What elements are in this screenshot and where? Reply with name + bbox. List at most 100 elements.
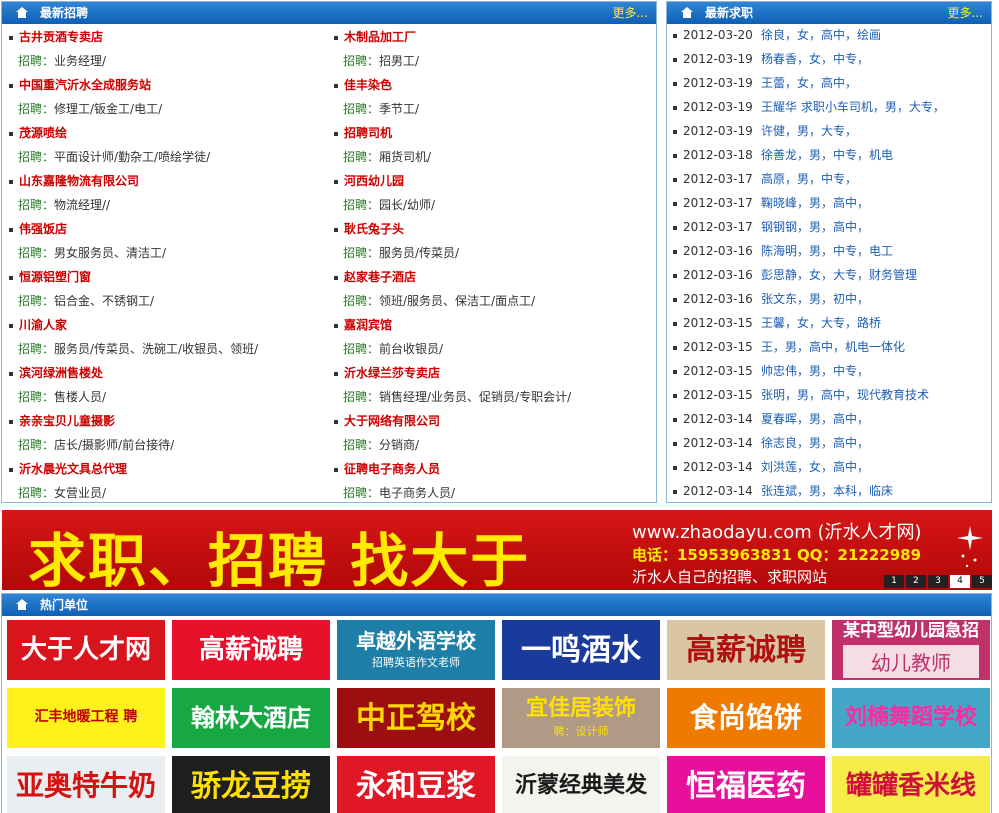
- job-company-link[interactable]: 耿氏兔子头: [334, 220, 404, 237]
- hot-unit-name: 一鸣酒水: [521, 632, 641, 668]
- bullet-icon: [9, 83, 13, 88]
- hot-unit-content: 骄龙豆捞: [191, 770, 311, 803]
- job-company-link[interactable]: 恒源铝塑门窗: [9, 268, 91, 285]
- seeker-info-link[interactable]: 钢钢钢，男，高中，: [761, 220, 869, 234]
- job-company-link[interactable]: 山东嘉隆物流有限公司: [9, 172, 139, 189]
- bullet-icon: [9, 227, 13, 232]
- hot-unit-tile[interactable]: 汇丰地暖工程 聘: [7, 688, 165, 748]
- seeker-info-link[interactable]: 徐善龙，男，中专，机电: [761, 148, 893, 162]
- bullet-icon: [673, 369, 677, 374]
- seeker-info-link[interactable]: 王蕾，女，高中，: [761, 76, 857, 90]
- job-positions-label: 招聘：: [18, 342, 55, 356]
- seeker-info-link[interactable]: 陈海明，男，中专，电工: [761, 244, 893, 258]
- job-company-name: 佳丰染色: [344, 78, 393, 92]
- hot-unit-tile[interactable]: 刘楠舞蹈学校: [832, 688, 990, 748]
- job-positions-label: 招聘：: [18, 294, 55, 308]
- hot-unit-tile[interactable]: 翰林大酒店: [172, 688, 330, 748]
- seeker-row: 2012-03-20 徐良，女，高中，绘画: [667, 24, 993, 48]
- job-company-link[interactable]: 滨河绿洲售楼处: [9, 364, 103, 381]
- seeker-info-link[interactable]: 鞠晓峰，男，高中，: [761, 196, 869, 210]
- job-item: 耿氏兔子头 招聘：服务员/传菜员/: [327, 216, 647, 264]
- seeker-info-link[interactable]: 徐志良，男，高中，: [761, 436, 869, 450]
- latest-jobs-more-link[interactable]: 更多...: [613, 2, 648, 24]
- job-company-link[interactable]: 古井贡酒专卖店: [9, 28, 103, 45]
- job-company-link[interactable]: 伟强饭店: [9, 220, 67, 237]
- latest-seekers-header: 最新求职 更多...: [667, 2, 991, 24]
- job-company-link[interactable]: 佳丰染色: [334, 76, 392, 93]
- job-positions-text: 物流经理//: [54, 198, 111, 212]
- job-company-link[interactable]: 川渝人家: [9, 316, 67, 333]
- job-company-name: 赵家巷子酒店: [344, 270, 417, 284]
- seeker-info-link[interactable]: 王，男，高中，机电一体化: [761, 340, 905, 354]
- seeker-info-link[interactable]: 张连斌，男，本科，临床: [761, 484, 893, 498]
- job-company-link[interactable]: 木制品加工厂: [334, 28, 416, 45]
- hot-unit-tile[interactable]: 食尚馅饼: [667, 688, 825, 748]
- banner-page-button[interactable]: 2: [906, 575, 926, 588]
- seeker-info-link[interactable]: 杨春香，女，中专，: [761, 52, 869, 66]
- job-company-link[interactable]: 沂水晨光文具总代理: [9, 460, 127, 477]
- job-item: 伟强饭店 招聘：男女服务员、清洁工/: [2, 216, 322, 264]
- hot-unit-content: 刘楠舞蹈学校: [845, 705, 977, 730]
- hot-unit-tile[interactable]: 大于人才网: [7, 620, 165, 680]
- hot-unit-name: 大于人才网: [20, 634, 151, 665]
- seeker-info-link[interactable]: 刘洪莲，女，高中，: [761, 460, 869, 474]
- bullet-icon: [673, 489, 677, 494]
- banner-page-button[interactable]: 1: [884, 575, 904, 588]
- hot-unit-tile[interactable]: 卓越外语学校 招聘英语作文老师: [337, 620, 495, 680]
- hot-unit-tile[interactable]: 永和豆浆: [337, 756, 495, 813]
- seeker-info-link[interactable]: 彭思静，女，大专，财务管理: [761, 268, 917, 282]
- job-company-link[interactable]: 招聘司机: [334, 124, 392, 141]
- job-company-name: 亲亲宝贝儿童摄影: [19, 414, 116, 428]
- hot-unit-tile[interactable]: 中正驾校: [337, 688, 495, 748]
- hot-unit-tile[interactable]: 沂蒙经典美发: [502, 756, 660, 813]
- banner-page-button[interactable]: 3: [928, 575, 948, 588]
- job-item: 河西幼儿园 招聘：园长/幼师/: [327, 168, 647, 216]
- job-company-link[interactable]: 征聘电子商务人员: [334, 460, 440, 477]
- seeker-info-link[interactable]: 帅忠伟，男，中专，: [761, 364, 869, 378]
- job-positions: 招聘：店长/摄影师/前台接待/: [18, 436, 174, 453]
- banner-page-button[interactable]: 4: [950, 575, 970, 588]
- promo-banner[interactable]: 求职、招聘 找大于 www.zhaodayu.com (沂水人才网) 电话：15…: [2, 510, 992, 590]
- job-item: 亲亲宝贝儿童摄影招聘：店长/摄影师/前台接待/: [2, 408, 322, 456]
- job-company-link[interactable]: 嘉润宾馆: [334, 316, 392, 333]
- bullet-icon: [334, 35, 338, 40]
- job-company-link[interactable]: 大于网络有限公司: [334, 412, 440, 429]
- hot-unit-tile[interactable]: 亚奥特牛奶: [7, 756, 165, 813]
- job-positions-label: 招聘：: [18, 150, 55, 164]
- seeker-info-link[interactable]: 许健，男，大专，: [761, 124, 857, 138]
- job-company-link[interactable]: 赵家巷子酒店: [334, 268, 416, 285]
- hot-unit-tile[interactable]: 某中型幼儿园急招 幼儿教师: [832, 620, 990, 680]
- job-company-link[interactable]: 沂水绿兰莎专卖店: [334, 364, 440, 381]
- seeker-info-link[interactable]: 张明，男，高中，现代教育技术: [761, 388, 929, 402]
- bullet-icon: [334, 179, 338, 184]
- seeker-info-link[interactable]: 夏春晖，男，高中，: [761, 412, 869, 426]
- seeker-row: 2012-03-15 张明，男，高中，现代教育技术: [667, 384, 993, 408]
- bullet-icon: [334, 131, 338, 136]
- job-company-link[interactable]: 河西幼儿园: [334, 172, 404, 189]
- latest-seekers-more-link[interactable]: 更多...: [948, 2, 983, 24]
- seeker-info-link[interactable]: 王馨，女，大专，路桥: [761, 316, 881, 330]
- job-column-right: 木制品加工厂 招聘：招男工/佳丰染色 招聘：季节工/招聘司机 招聘：厢货司机/河西幼儿…: [327, 24, 647, 504]
- job-company-name: 沂水晨光文具总代理: [19, 462, 128, 476]
- bullet-icon: [673, 249, 677, 254]
- job-positions-text: 厢货司机/: [379, 150, 432, 164]
- job-positions: 招聘：物流经理//: [18, 196, 110, 213]
- hot-unit-tile[interactable]: 骄龙豆捞: [172, 756, 330, 813]
- job-company-link[interactable]: 茂源喷绘: [9, 124, 67, 141]
- job-company-name: 耿氏兔子头: [344, 222, 405, 236]
- seeker-info-link[interactable]: 王耀华 求职小车司机，男，大专，: [761, 100, 945, 114]
- hot-unit-tile[interactable]: 罐罐香米线: [832, 756, 990, 813]
- hot-unit-tile[interactable]: 恒福医药: [667, 756, 825, 813]
- seeker-info-link[interactable]: 徐良，女，高中，绘画: [761, 28, 881, 42]
- job-company-link[interactable]: 中国重汽沂水全成服务站: [9, 76, 151, 93]
- seeker-info-link[interactable]: 高原，男，中专，: [761, 172, 857, 186]
- hot-unit-tile[interactable]: 一鸣酒水: [502, 620, 660, 680]
- banner-pager: 12345: [884, 575, 992, 588]
- hot-unit-tile[interactable]: 高薪诚聘: [172, 620, 330, 680]
- seeker-row: 2012-03-15 帅忠伟，男，中专，: [667, 360, 993, 384]
- hot-unit-tile[interactable]: 高薪诚聘: [667, 620, 825, 680]
- banner-page-button[interactable]: 5: [972, 575, 992, 588]
- seeker-info-link[interactable]: 张文东，男，初中，: [761, 292, 869, 306]
- job-company-link[interactable]: 亲亲宝贝儿童摄影: [9, 412, 115, 429]
- hot-unit-tile[interactable]: 宜佳居装饰 聘：设计师: [502, 688, 660, 748]
